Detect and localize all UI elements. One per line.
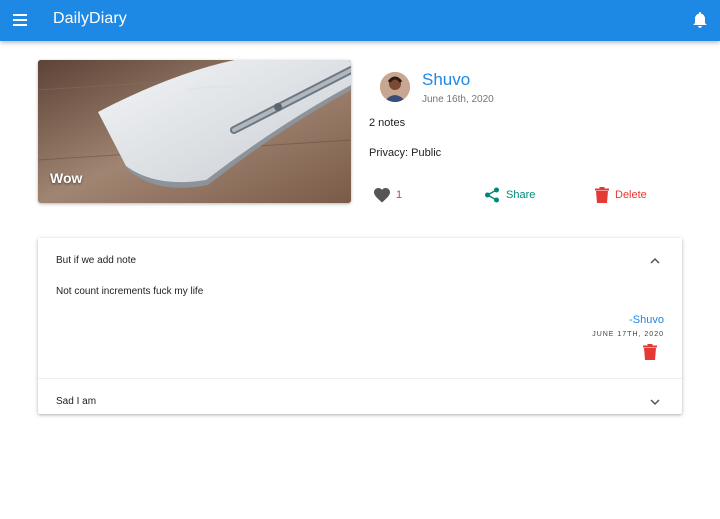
note-header[interactable]: But if we add note [38, 238, 682, 274]
menu-icon[interactable] [9, 8, 33, 32]
app-bar: DailyDiary [0, 0, 720, 41]
note-date: JUNE 17TH, 2020 [592, 331, 664, 338]
note-title: Sad I am [56, 396, 97, 407]
diary-date: June 16th, 2020 [422, 94, 494, 105]
heart-icon [374, 187, 390, 202]
chevron-up-icon [650, 257, 660, 264]
share-button[interactable]: Share [484, 184, 535, 206]
notes-count: 2 notes [369, 117, 406, 129]
privacy-status: Privacy: Public [369, 147, 442, 159]
notes-accordion: But if we add note Not count increments … [38, 238, 682, 414]
trash-icon [595, 187, 609, 203]
note-author[interactable]: -Shuvo [629, 314, 664, 326]
delete-label: Delete [615, 189, 647, 201]
share-icon [485, 187, 499, 203]
note-title: But if we add note [56, 255, 137, 266]
author-name[interactable]: Shuvo [422, 70, 470, 90]
like-count: 1 [396, 189, 403, 201]
trash-icon[interactable] [643, 344, 659, 362]
note-body: Not count increments fuck my life [56, 286, 204, 297]
cover-caption: Wow [50, 170, 83, 186]
bell-icon[interactable] [688, 8, 712, 32]
note-header[interactable]: Sad I am [38, 378, 682, 414]
diary-cover-image: Wow [38, 60, 351, 203]
app-title: DailyDiary [53, 10, 127, 27]
chevron-down-icon [650, 399, 660, 406]
like-button[interactable]: 1 [374, 184, 402, 206]
avatar[interactable] [380, 72, 410, 102]
share-label: Share [506, 189, 536, 201]
delete-diary-button[interactable]: Delete [595, 184, 647, 206]
